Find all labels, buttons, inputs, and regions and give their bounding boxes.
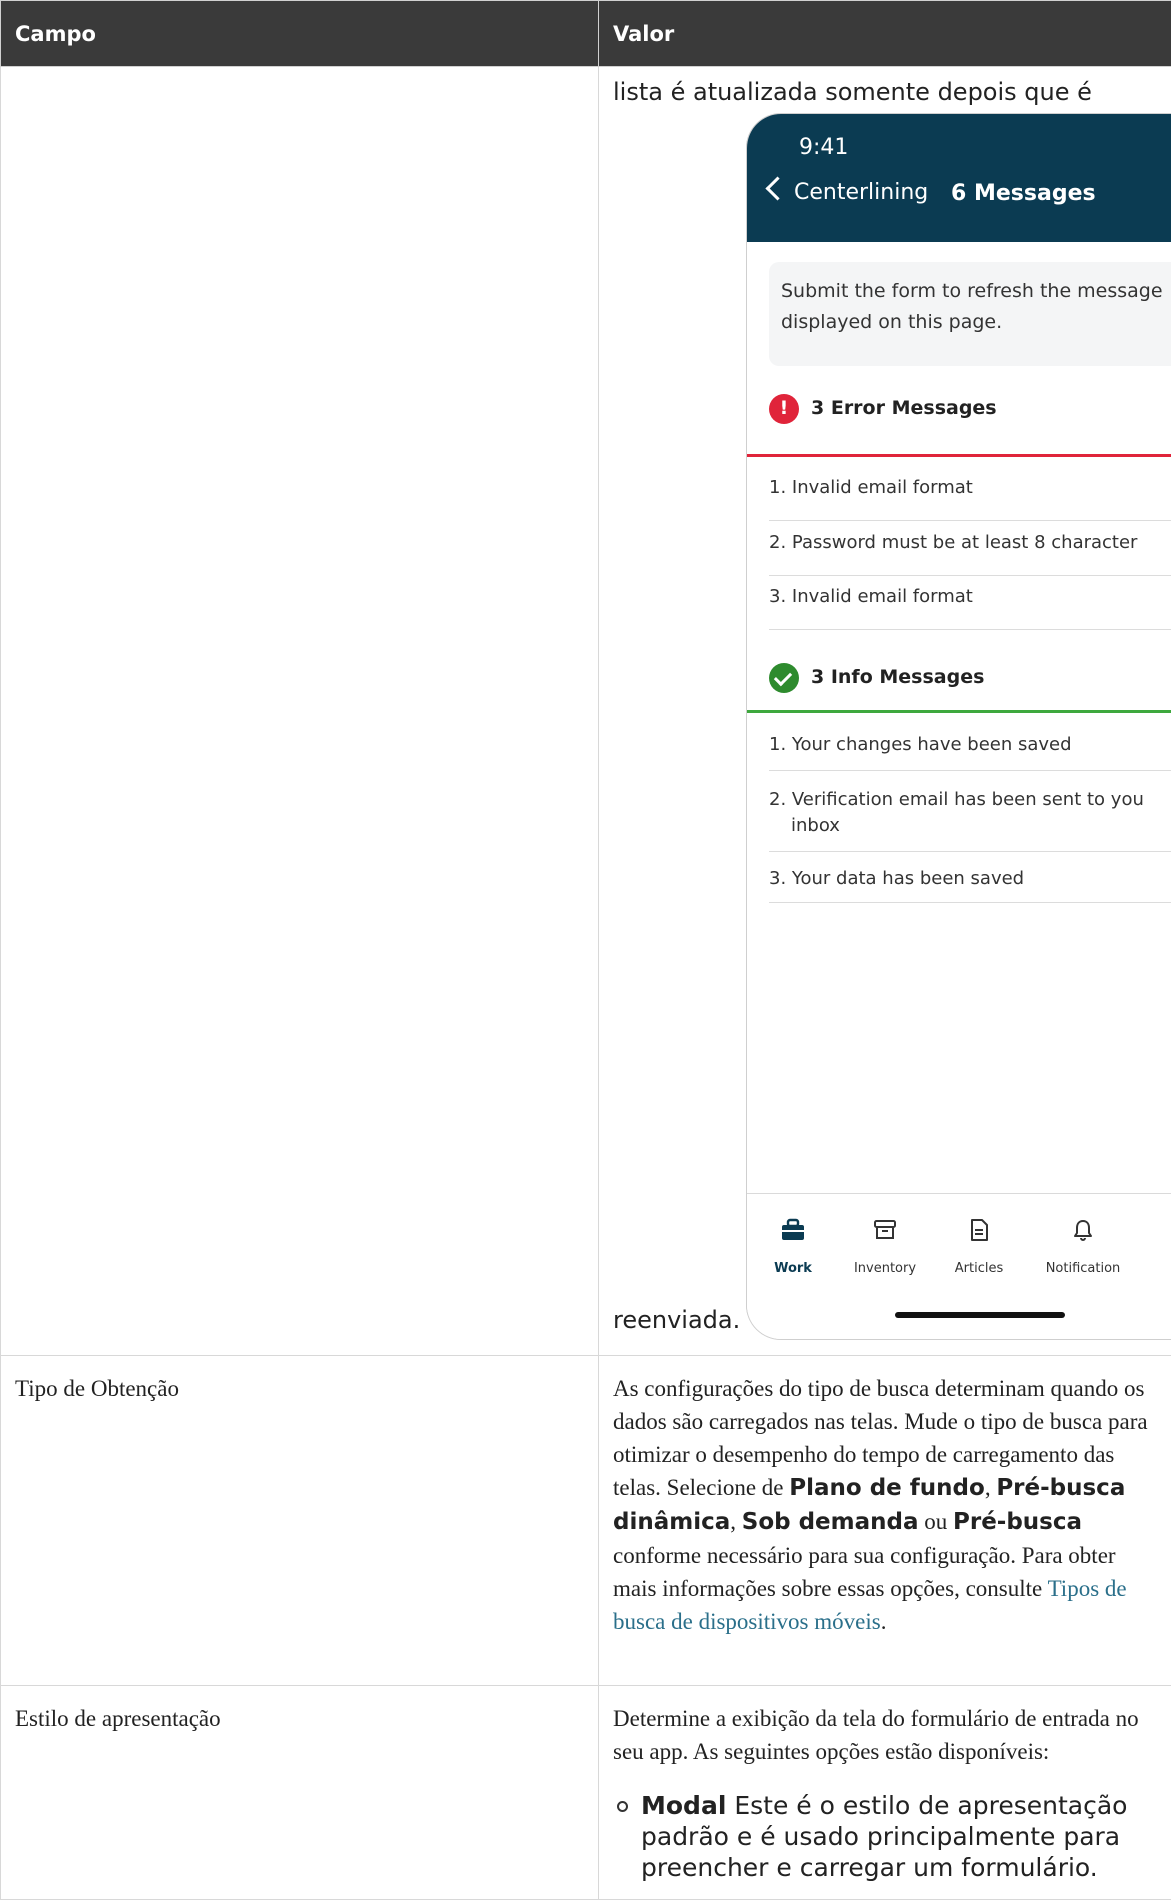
description-text: ou	[924, 1509, 947, 1534]
tab-notifications[interactable]: Notification	[1023, 1218, 1143, 1285]
info-heading: 3 Info Messages	[811, 661, 984, 694]
option-on-demand: Sob demanda	[742, 1509, 919, 1535]
divider	[769, 629, 1171, 630]
error-divider	[747, 454, 1171, 457]
document-icon	[967, 1218, 991, 1242]
fields-table: Campo Valor lista é atualizada somente d…	[0, 0, 1171, 1900]
notice-line-2: displayed on this page.	[781, 307, 1171, 338]
divider	[769, 902, 1171, 903]
option-background: Plano de fundo	[789, 1475, 985, 1501]
divider	[769, 575, 1171, 576]
info-message: 1. Your changes have been saved	[769, 732, 1171, 758]
tab-label: Articles	[955, 1261, 1003, 1276]
description-text: Determine a exibição da tela do formulár…	[613, 1702, 1157, 1768]
table-row: lista é atualizada somente depois que é …	[1, 67, 1171, 1356]
messages-tail-text: reenviada.	[613, 1305, 740, 1335]
error-message: 2. Password must be at least 8 character	[769, 530, 1171, 556]
notice-line-1: Submit the form to refresh the message	[781, 276, 1171, 307]
tab-label: Notification	[1046, 1261, 1121, 1276]
field-name: Tipo de Obtenção	[1, 1356, 599, 1686]
error-heading: 3 Error Messages	[811, 392, 997, 425]
refresh-notice: Submit the form to refresh the message d…	[769, 262, 1171, 366]
column-header-value: Valor	[599, 1, 1171, 67]
bell-icon	[1071, 1218, 1095, 1242]
tab-bar: Work Inventory Articles	[747, 1193, 1171, 1339]
separator: ,	[985, 1475, 991, 1500]
chevron-left-icon	[765, 176, 789, 200]
table-row: Tipo de Obtenção As configurações do tip…	[1, 1356, 1171, 1686]
tab-label: Inventory	[854, 1261, 916, 1276]
phone-screenshot: 9:41 Centerlining 6 Messages Submit the …	[747, 114, 1171, 1339]
app-header: 9:41 Centerlining 6 Messages	[747, 114, 1171, 242]
divider	[769, 851, 1171, 852]
back-button[interactable]: Centerlining	[769, 176, 928, 209]
table-header-row: Campo Valor	[1, 1, 1171, 67]
value-cell-messages: lista é atualizada somente depois que é …	[599, 67, 1171, 1356]
screen-title: 6 Messages	[951, 177, 1096, 210]
info-message-continued: inbox	[769, 813, 1171, 839]
separator: ,	[730, 1509, 736, 1534]
column-header-field: Campo	[1, 1, 599, 67]
field-cell-empty	[1, 67, 599, 1356]
period: .	[881, 1609, 887, 1634]
tab-label: Work	[774, 1261, 812, 1276]
error-section-header[interactable]: ! 3 Error Messages	[769, 392, 997, 425]
back-label: Centerlining	[794, 180, 928, 205]
option-prefetch: Pré-busca	[953, 1509, 1082, 1535]
field-name: Estilo de apresentação	[1, 1686, 599, 1900]
check-circle-icon	[769, 663, 799, 693]
option-label: Modal	[641, 1791, 726, 1820]
info-message: 3. Your data has been saved	[769, 866, 1171, 892]
info-section-header[interactable]: 3 Info Messages	[769, 661, 984, 694]
home-indicator	[895, 1312, 1065, 1318]
error-icon: !	[769, 394, 799, 424]
field-description: Determine a exibição da tela do formulár…	[599, 1686, 1171, 1900]
info-message: 2. Verification email has been sent to y…	[769, 787, 1171, 813]
divider	[769, 520, 1171, 521]
error-message: 3. Invalid email format	[769, 584, 1171, 610]
tab-articles[interactable]: Articles	[929, 1218, 1029, 1285]
briefcase-icon	[781, 1218, 805, 1242]
description-text: conforme necessário para sua configuraçã…	[613, 1543, 1116, 1601]
status-time: 9:41	[799, 131, 848, 164]
list-item: Modal Este é o estilo de apresentação pa…	[641, 1790, 1157, 1883]
table-row: Estilo de apresentação Determine a exibi…	[1, 1686, 1171, 1900]
tab-inventory[interactable]: Inventory	[835, 1218, 935, 1285]
error-message: 1. Invalid email format	[769, 475, 1171, 501]
options-list: Modal Este é o estilo de apresentação pa…	[613, 1790, 1157, 1883]
tab-work[interactable]: Work	[747, 1218, 843, 1285]
archive-icon	[873, 1218, 897, 1242]
messages-lead-text: lista é atualizada somente depois que é	[613, 77, 1092, 107]
field-description: As configurações do tipo de busca determ…	[599, 1356, 1171, 1686]
divider	[769, 770, 1171, 771]
info-divider	[747, 710, 1171, 713]
